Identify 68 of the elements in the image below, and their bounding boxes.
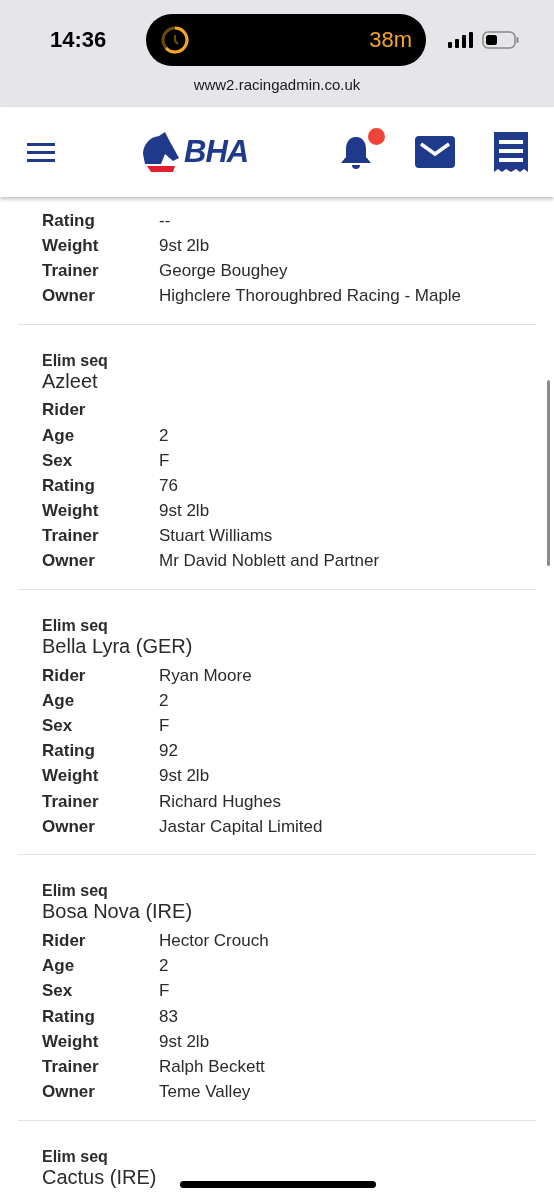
receipt-icon[interactable] — [494, 132, 528, 172]
field-value: Stuart Williams — [159, 526, 273, 547]
horse-name: Azleet — [42, 369, 98, 392]
field-value: Ryan Moore — [159, 665, 252, 686]
field-label: Weight — [42, 235, 100, 256]
horse-name: Bella Lyra (GER) — [42, 635, 193, 658]
elim-seq-label: Elim seq — [42, 351, 108, 370]
field-label: Trainer — [42, 1056, 100, 1077]
field-label: Trainer — [42, 260, 100, 281]
field-label: Age — [42, 425, 76, 446]
signal-icon — [448, 32, 474, 48]
field-label: Age — [42, 956, 76, 977]
field-value: Teme Valley — [159, 1082, 251, 1103]
field-value: 92 — [159, 741, 178, 762]
timer-icon — [160, 25, 190, 55]
horse-name: Bosa Nova (IRE) — [42, 900, 193, 923]
field-value: Ralph Beckett — [159, 1056, 265, 1077]
field-value: -- — [159, 210, 171, 231]
field-label: Sex — [42, 450, 74, 471]
field-label: Weight — [42, 766, 100, 787]
field-label: Rider — [42, 930, 87, 951]
elim-seq-label: Elim seq — [42, 882, 108, 901]
field-label: Owner — [42, 286, 96, 307]
address-bar[interactable]: www2.racingadmin.co.uk — [0, 76, 554, 93]
field-value: 2 — [159, 425, 169, 446]
field-value: 9st 2lb — [159, 1031, 210, 1052]
field-label: Owner — [42, 1082, 96, 1103]
field-label: Rider — [42, 400, 87, 421]
field-label: Owner — [42, 816, 96, 837]
field-label: Rating — [42, 210, 96, 231]
field-label: Sex — [42, 716, 74, 737]
elim-seq-label: Elim seq — [42, 617, 108, 636]
field-value: 9st 2lb — [159, 501, 210, 522]
field-value: Jastar Capital Limited — [159, 816, 323, 837]
field-value: 83 — [159, 1006, 178, 1027]
field-label: Owner — [42, 551, 96, 572]
field-value: 2 — [159, 690, 169, 711]
field-value: Richard Hughes — [159, 791, 281, 812]
logo-text: BHA — [184, 134, 249, 170]
field-value: 76 — [159, 475, 178, 496]
field-value: Mr David Noblett and Partner — [159, 551, 380, 572]
battery-icon — [482, 31, 520, 49]
field-value: Highclere Thoroughbred Racing - Maple — [159, 286, 462, 307]
mail-icon[interactable] — [415, 136, 455, 168]
field-label: Rating — [42, 475, 96, 496]
field-label: Trainer — [42, 791, 100, 812]
field-value: George Boughey — [159, 260, 288, 281]
field-label: Age — [42, 690, 76, 711]
field-label: Rating — [42, 741, 96, 762]
field-value: 9st 2lb — [159, 235, 210, 256]
field-value: 2 — [159, 956, 169, 977]
field-value: F — [159, 981, 170, 1002]
field-value: Hector Crouch — [159, 930, 269, 951]
elim-seq-label: Elim seq — [42, 1147, 108, 1166]
activity-timer: 38m — [369, 27, 412, 53]
field-label: Trainer — [42, 526, 100, 547]
horse-name: Cactus (IRE) — [42, 1165, 157, 1188]
field-label: Rating — [42, 1006, 96, 1027]
field-value: F — [159, 450, 170, 471]
field-label: Weight — [42, 501, 100, 522]
field-value: F — [159, 716, 170, 737]
bell-icon[interactable] — [339, 134, 373, 170]
field-label: Rider — [42, 665, 87, 686]
field-value: 9st 2lb — [159, 766, 210, 787]
field-label: Sex — [42, 981, 74, 1002]
status-time: 14:36 — [50, 27, 108, 53]
menu-icon[interactable] — [27, 141, 55, 163]
field-label: Weight — [42, 1031, 100, 1052]
